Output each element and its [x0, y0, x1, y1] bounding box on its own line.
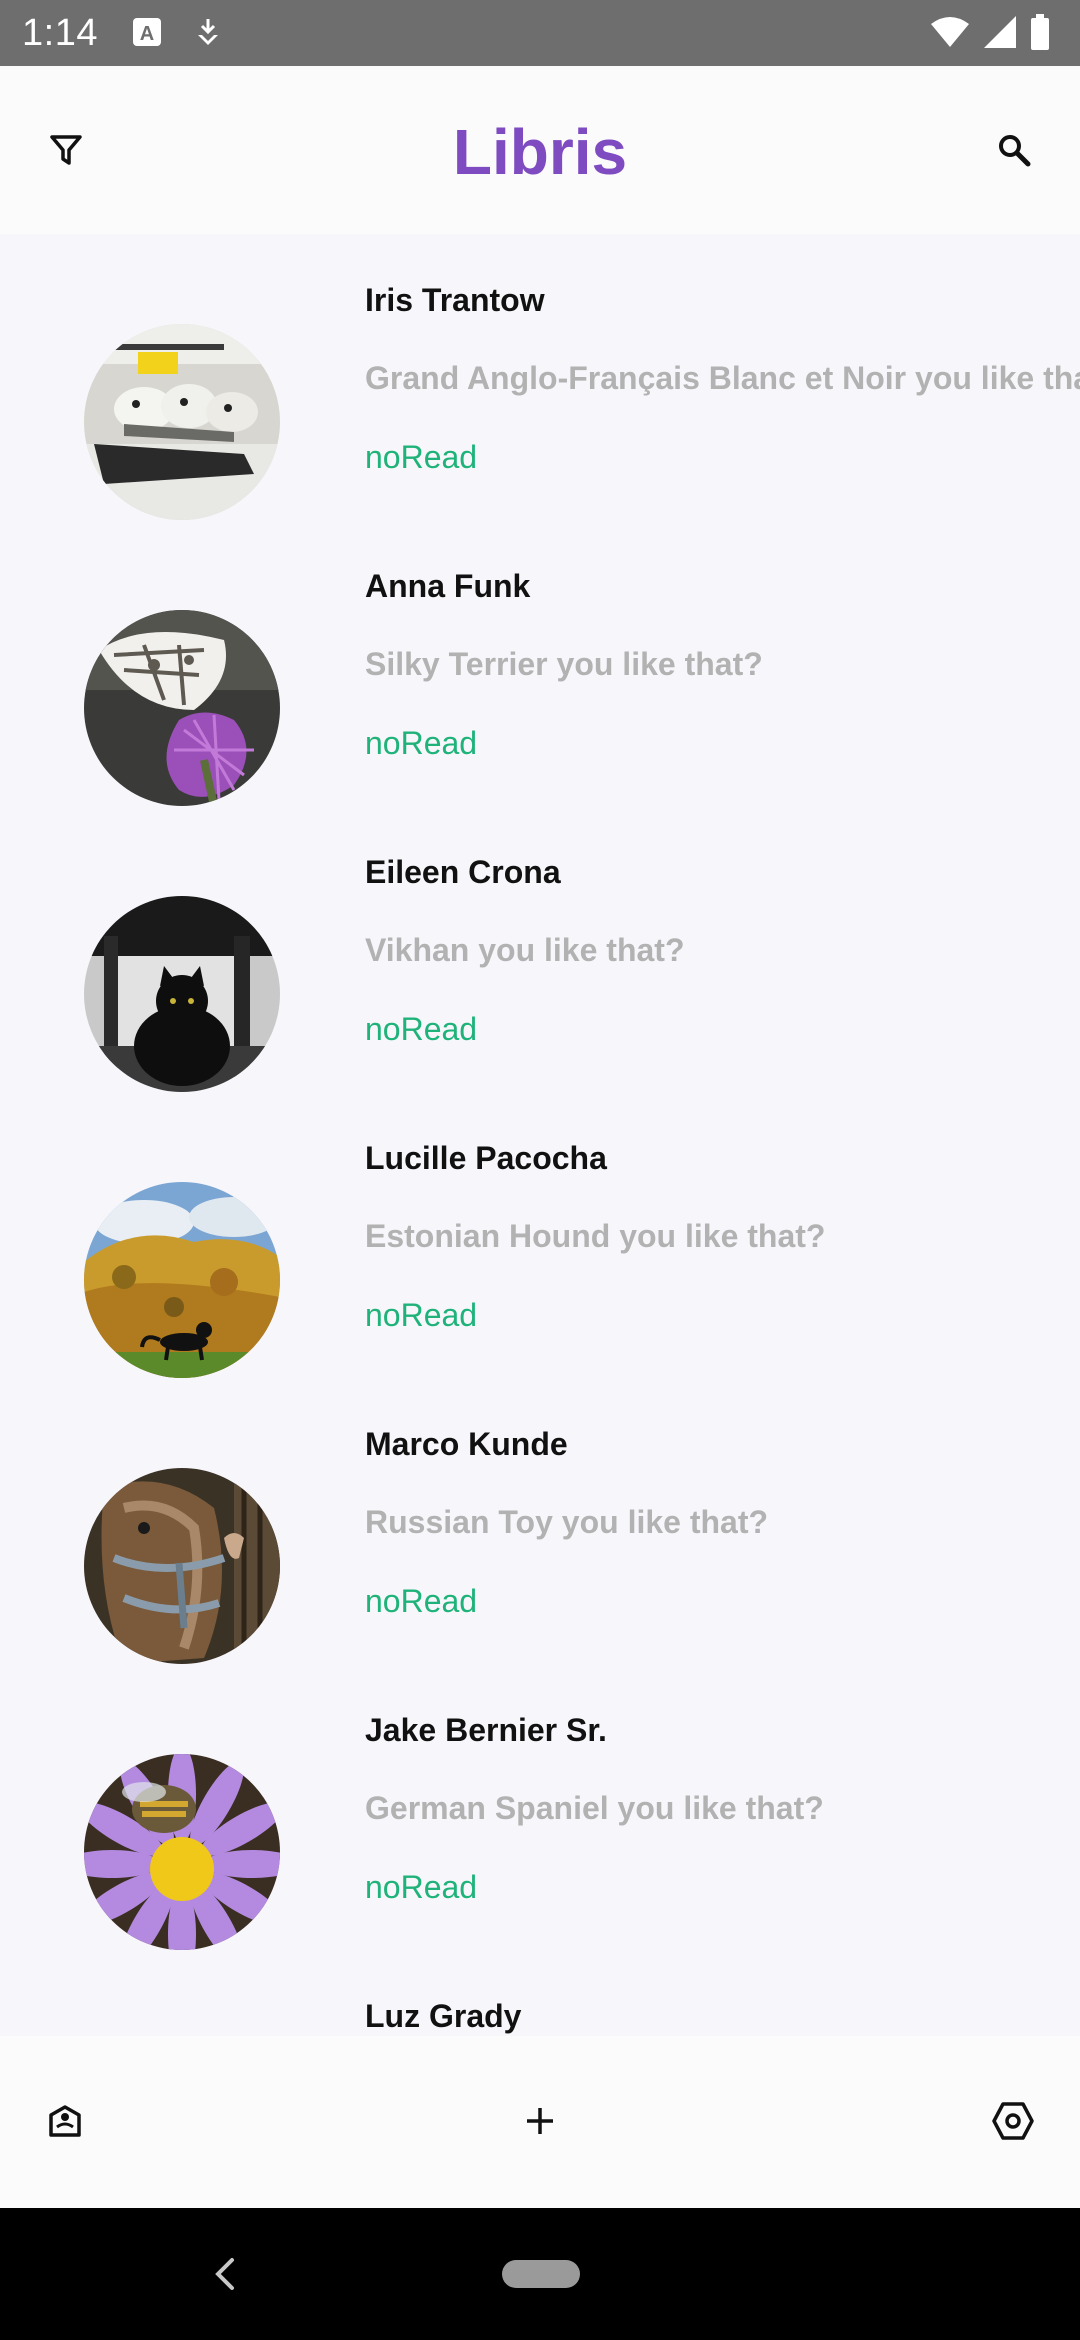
add-button[interactable]: [515, 2098, 565, 2148]
wifi-icon: [930, 16, 970, 53]
bottom-app-bar: [0, 2036, 1080, 2208]
search-button[interactable]: [988, 126, 1040, 178]
system-nav-bar: [0, 2208, 1080, 2340]
contact-name: Luz Grady: [365, 1998, 522, 2034]
contact-name: Jake Bernier Sr.: [365, 1712, 607, 1748]
search-icon: [997, 133, 1031, 172]
message-preview: Grand Anglo-Français Blanc et Noir you l…: [365, 360, 1080, 396]
status-right-icons: [930, 13, 1050, 55]
message-preview: Silky Terrier you like that?: [365, 646, 763, 682]
list-item[interactable]: Marco Kunde Russian Toy you like that? n…: [0, 1378, 1080, 1664]
read-status: noRead: [365, 1011, 478, 1047]
read-status: noRead: [365, 1869, 478, 1905]
message-preview: German Spaniel you like that?: [365, 1790, 824, 1826]
home-pill-button[interactable]: [502, 2260, 580, 2288]
read-status: noRead: [365, 1297, 478, 1333]
settings-button[interactable]: [988, 2098, 1038, 2148]
conversation-list[interactable]: Iris Trantow Grand Anglo-Français Blanc …: [0, 234, 1080, 2036]
contacts-icon: [45, 2101, 85, 2146]
message-preview: Vikhan you like that?: [365, 932, 685, 968]
list-item[interactable]: Iris Trantow Grand Anglo-Français Blanc …: [0, 234, 1080, 520]
settings-icon: [992, 2100, 1034, 2147]
download-icon: [194, 17, 222, 52]
avatar: [84, 1182, 280, 1378]
contact-name: Anna Funk: [365, 568, 531, 604]
back-chevron-icon: [206, 2258, 242, 2298]
keyboard-a-icon: A: [132, 17, 162, 52]
signal-icon: [982, 15, 1018, 54]
read-status: noRead: [365, 1583, 478, 1619]
message-preview: Russian Toy you like that?: [365, 1504, 769, 1540]
back-button[interactable]: [206, 2254, 242, 2294]
contacts-button[interactable]: [40, 2098, 90, 2148]
contact-name: Marco Kunde: [365, 1426, 568, 1462]
avatar: [84, 896, 280, 1092]
avatar: [84, 324, 280, 520]
avatar: [84, 610, 280, 806]
contact-name: Iris Trantow: [365, 282, 545, 318]
list-item[interactable]: Lucille Pacocha Estonian Hound you like …: [0, 1092, 1080, 1378]
avatar: [84, 1754, 280, 1950]
list-item[interactable]: Anna Funk Silky Terrier you like that? n…: [0, 520, 1080, 806]
top-app-bar: Libris: [0, 66, 1080, 234]
list-item[interactable]: Jake Bernier Sr. German Spaniel you like…: [0, 1664, 1080, 1950]
app-title: Libris: [452, 116, 628, 188]
status-bar: 1:14 A: [0, 0, 1080, 66]
list-item[interactable]: Luz Grady: [0, 1950, 1080, 2036]
svg-text:A: A: [140, 23, 154, 45]
contact-name: Lucille Pacocha: [365, 1140, 607, 1176]
avatar: [84, 1468, 280, 1664]
status-time: 1:14: [22, 12, 98, 54]
read-status: noRead: [365, 439, 478, 475]
add-icon: [523, 2104, 557, 2143]
message-preview: Estonian Hound you like that?: [365, 1218, 826, 1254]
battery-icon: [1030, 13, 1050, 55]
contact-name: Eileen Crona: [365, 854, 561, 890]
list-item[interactable]: Eileen Crona Vikhan you like that? noRea…: [0, 806, 1080, 1092]
read-status: noRead: [365, 725, 478, 761]
